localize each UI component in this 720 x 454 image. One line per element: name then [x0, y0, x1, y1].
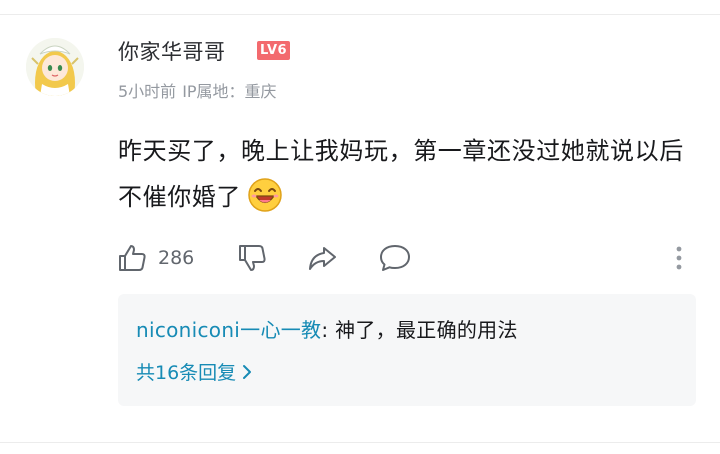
reply-preview[interactable]: niconiconi一心一教: 神了，最正确的用法 共16条回复 [118, 294, 696, 406]
level-badge: LV6 [257, 41, 291, 60]
view-all-replies-link[interactable]: 共16条回复 [136, 358, 252, 385]
thumbs-down-icon [239, 245, 266, 271]
top-divider [0, 14, 720, 15]
like-count: 286 [158, 247, 195, 269]
reply-item: niconiconi一心一教: 神了，最正确的用法 [136, 314, 518, 343]
comment-bubble-icon [380, 245, 410, 271]
chevron-right-icon [243, 364, 252, 379]
comment-actions: 286 [112, 238, 702, 278]
laughing-face-icon [248, 178, 282, 212]
comment-body: 昨天买了，晚上让我妈玩，第一章还没过她就说以后不催你婚了 [118, 137, 684, 211]
comment-time: 5小时前 [118, 82, 177, 101]
ip-location: IP属地：重庆 [182, 82, 277, 101]
share-arrow-icon [309, 247, 336, 270]
avatar-image [26, 38, 84, 96]
avatar[interactable] [26, 38, 84, 96]
reply-separator: : [321, 318, 336, 342]
like-button[interactable]: 286 [116, 238, 194, 278]
username[interactable]: 你家华哥哥 [118, 36, 226, 66]
reply-button[interactable] [378, 238, 412, 278]
thumbs-up-icon [119, 245, 146, 271]
share-button[interactable] [306, 238, 338, 278]
reply-username[interactable]: niconiconi一心一教 [136, 318, 321, 342]
more-vertical-icon [676, 246, 682, 270]
dislike-button[interactable] [236, 238, 268, 278]
more-options-button[interactable] [672, 238, 686, 278]
comment-meta: 5小时前 IP属地：重庆 [118, 78, 277, 102]
reply-count: 共16条回复 [136, 362, 237, 384]
reply-text: 神了，最正确的用法 [335, 318, 518, 342]
bottom-divider [0, 442, 720, 443]
comment-text: 昨天买了，晚上让我妈玩，第一章还没过她就说以后不催你婚了 [118, 128, 698, 220]
